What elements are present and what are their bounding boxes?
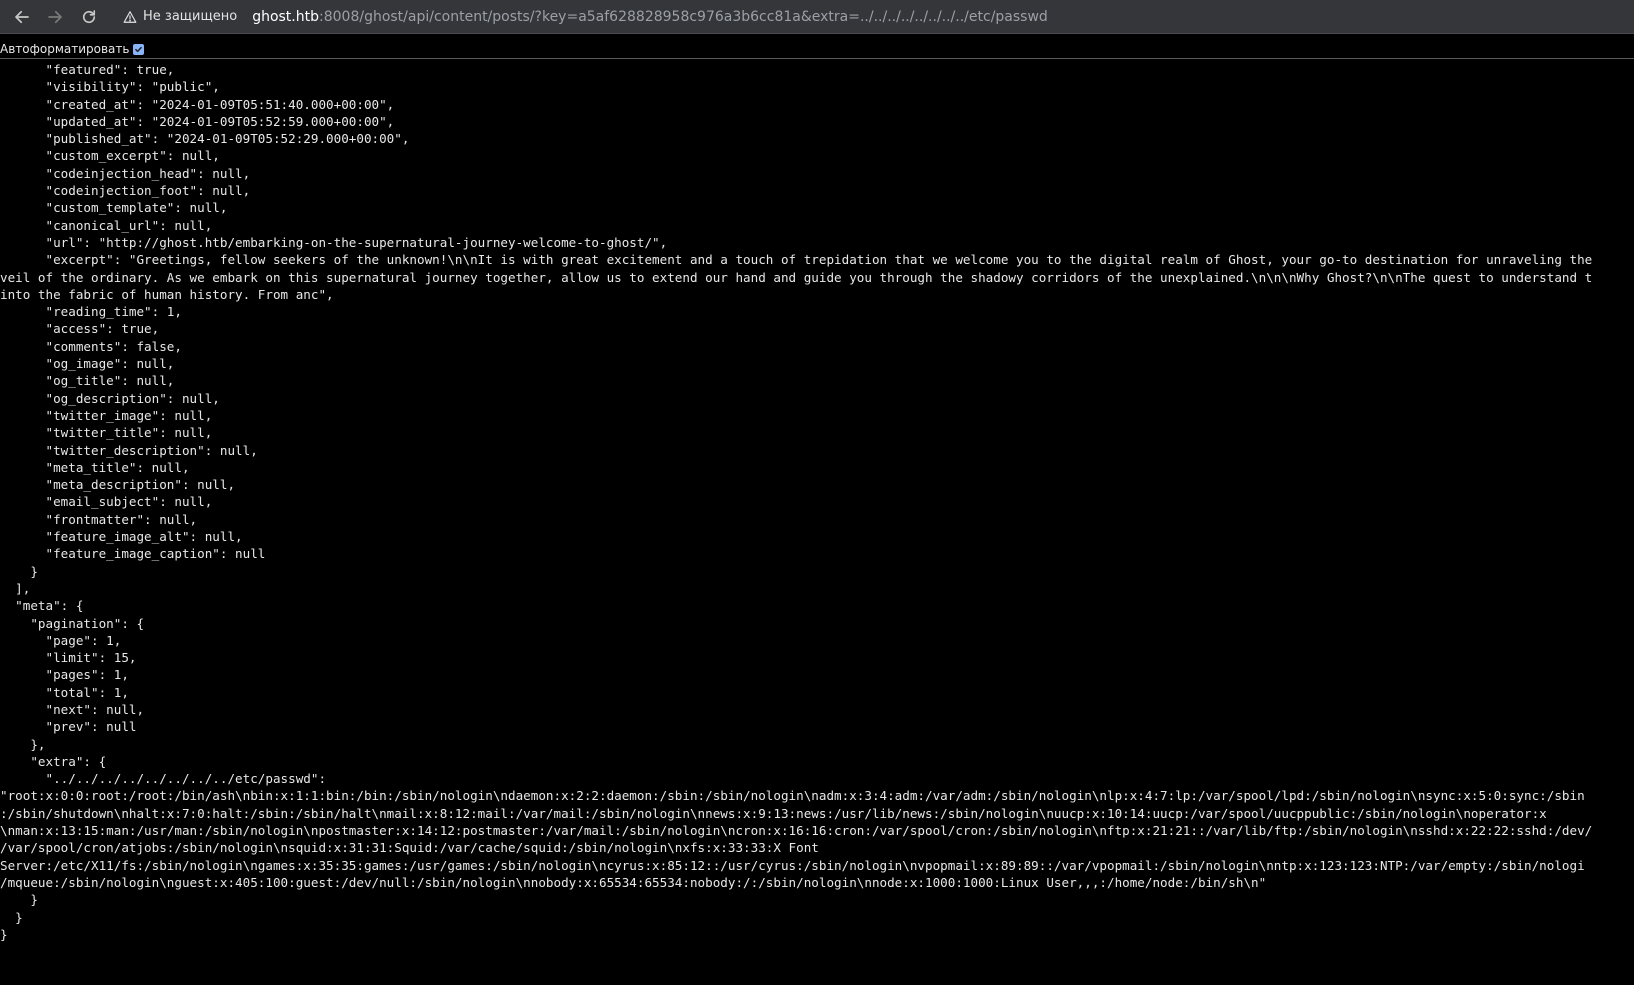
json-line: "total": 1, — [0, 684, 129, 700]
json-line: "twitter_title": null, — [0, 425, 213, 441]
json-line: "pagination": { — [0, 615, 145, 631]
forward-button[interactable] — [40, 2, 70, 32]
json-line: "created_at": "2024-01-09T05:51:40.000+0… — [0, 96, 395, 112]
json-line: "twitter_description": null, — [0, 442, 258, 458]
json-line: } — [0, 926, 8, 942]
json-line: "og_image": null, — [0, 356, 175, 372]
json-line: "codeinjection_foot": null, — [0, 183, 251, 199]
security-label: Не защищено — [143, 9, 238, 24]
autoformat-checkbox[interactable] — [133, 43, 145, 55]
autoformat-bar: Автоформатировать — [0, 40, 1634, 59]
autoformat-label: Автоформатировать — [0, 42, 130, 56]
json-line: "limit": 15, — [0, 650, 137, 666]
json-line: "meta_title": null, — [0, 459, 190, 475]
json-line: "url": "http://ghost.htb/embarking-on-th… — [0, 234, 668, 250]
json-line: :/sbin/shutdown\nhalt:x:7:0:halt:/sbin:/… — [0, 805, 1547, 821]
json-line: "og_title": null, — [0, 373, 175, 389]
json-line: "excerpt": "Greetings, fellow seekers of… — [0, 252, 1593, 268]
json-line: "extra": { — [0, 753, 107, 769]
json-line: } — [0, 563, 38, 579]
json-line: "access": true, — [0, 321, 160, 337]
json-line: "feature_image_caption": null — [0, 546, 266, 562]
reload-icon — [82, 9, 96, 23]
security-indicator[interactable]: Не защищено — [123, 9, 237, 24]
json-response-body: "featured": true, "visibility": "public"… — [0, 61, 1634, 943]
json-line: "canonical_url": null, — [0, 217, 213, 233]
arrow-right-icon — [48, 10, 62, 23]
reload-button[interactable] — [74, 2, 104, 32]
json-line: "frontmatter": null, — [0, 511, 198, 527]
json-line: "visibility": "public", — [0, 79, 220, 95]
json-line: veil of the ordinary. As we embark on th… — [0, 269, 1593, 285]
arrow-left-icon — [15, 10, 29, 23]
json-line: ], — [0, 580, 31, 596]
json-line: } — [0, 892, 38, 908]
json-line: Server:/etc/X11/fs:/sbin/nologin\ngames:… — [0, 857, 1585, 873]
json-line: "meta": { — [0, 598, 84, 614]
json-line: "custom_template": null, — [0, 200, 228, 216]
browser-toolbar: Не защищено ghost.htb:8008/ghost/api/con… — [0, 0, 1634, 34]
json-line: /var/spool/cron/atjobs:/sbin/nologin\nsq… — [0, 840, 819, 856]
json-line: "pages": 1, — [0, 667, 129, 683]
json-line: "next": null, — [0, 701, 145, 717]
json-line: "page": 1, — [0, 632, 122, 648]
json-line: "root:x:0:0:root:/root:/bin/ash\nbin:x:1… — [0, 788, 1585, 804]
json-line: "custom_excerpt": null, — [0, 148, 220, 164]
json-line: "email_subject": null, — [0, 494, 213, 510]
json-line: "updated_at": "2024-01-09T05:52:59.000+0… — [0, 113, 395, 129]
json-line: "comments": false, — [0, 338, 182, 354]
warning-triangle-icon — [123, 10, 137, 23]
url-host: ghost.htb — [252, 8, 319, 25]
checkmark-icon — [135, 46, 143, 52]
json-line: } — [0, 909, 23, 925]
json-line: "reading_time": 1, — [0, 304, 182, 320]
json-line: "codeinjection_head": null, — [0, 165, 251, 181]
json-line: "published_at": "2024-01-09T05:52:29.000… — [0, 131, 410, 147]
json-line: "og_description": null, — [0, 390, 220, 406]
json-line: }, — [0, 736, 46, 752]
json-line: "twitter_image": null, — [0, 407, 213, 423]
json-line: "../../../../../../../../etc/passwd": — [0, 771, 327, 787]
json-line: /mqueue:/sbin/nologin\nguest:x:405:100:g… — [0, 874, 1267, 890]
json-line: "feature_image_alt": null, — [0, 529, 243, 545]
url-path: :8008/ghost/api/content/posts/?key=a5af6… — [319, 8, 1048, 25]
json-line: "featured": true, — [0, 62, 175, 77]
json-line: into the fabric of human history. From a… — [0, 286, 334, 302]
address-bar[interactable]: ghost.htb:8008/ghost/api/content/posts/?… — [252, 9, 1048, 25]
json-line: "meta_description": null, — [0, 477, 236, 493]
json-line: \nman:x:13:15:man:/usr/man:/sbin/nologin… — [0, 823, 1593, 839]
back-button[interactable] — [7, 2, 37, 32]
json-line: "prev": null — [0, 719, 137, 735]
